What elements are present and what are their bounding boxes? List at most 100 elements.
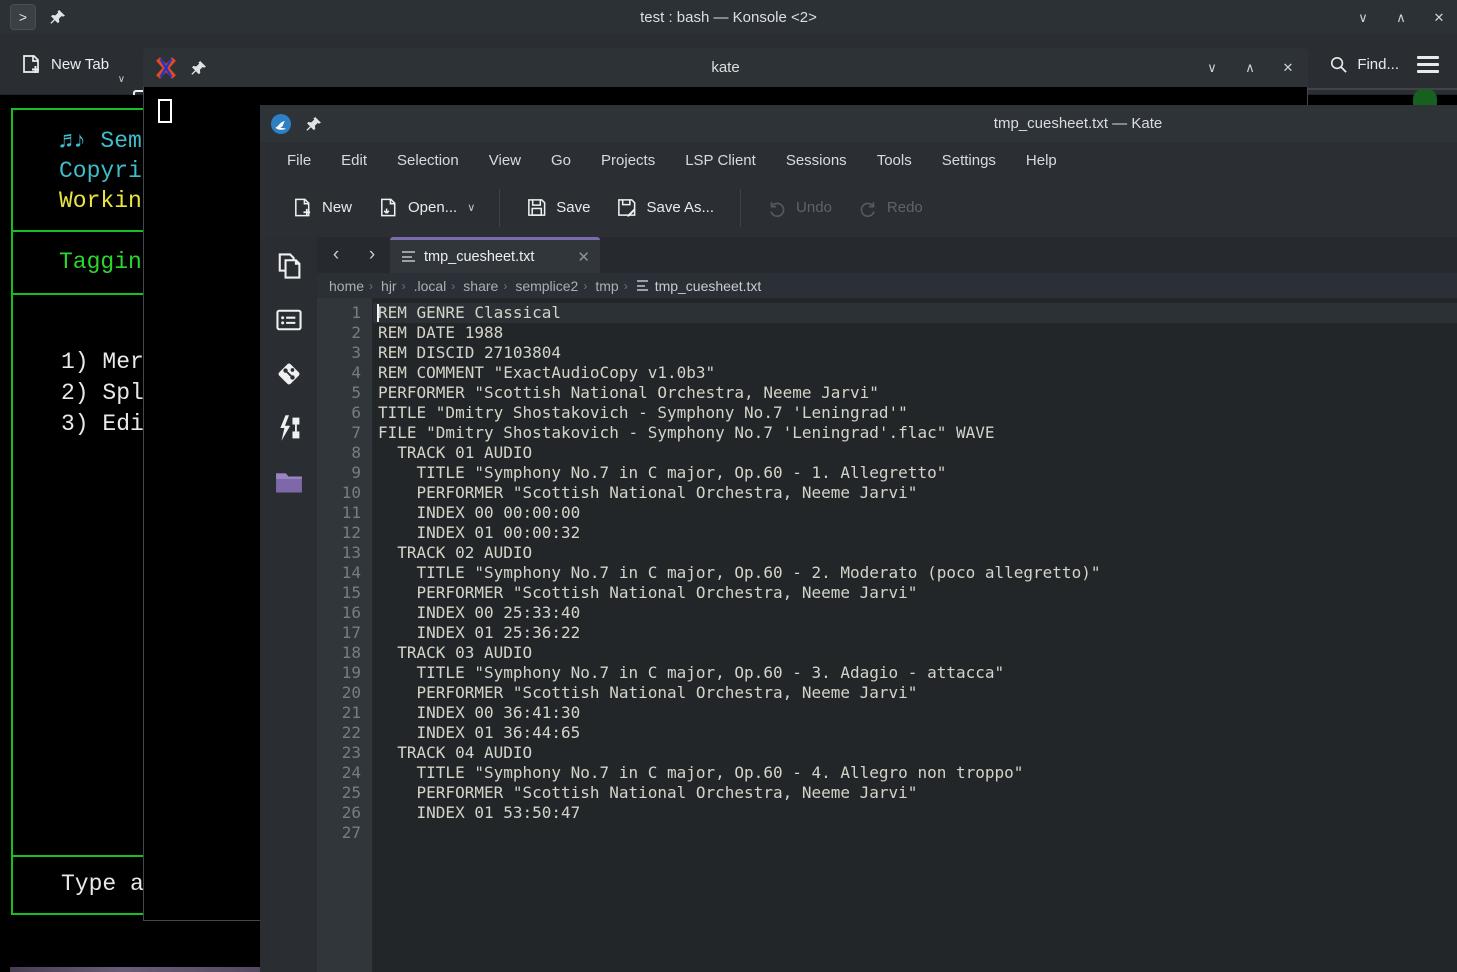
code-line[interactable]: TITLE "Symphony No.7 in C major, Op.60 -… (373, 563, 1457, 583)
breadcrumb-segment[interactable]: .local (408, 278, 458, 294)
code-line[interactable]: TRACK 04 AUDIO (373, 743, 1457, 763)
find-button[interactable]: Find... (1329, 55, 1399, 74)
code-line[interactable]: FILE "Dmitry Shostakovich - Symphony No.… (373, 423, 1457, 443)
code-line[interactable]: PERFORMER "Scottish National Orchestra, … (373, 383, 1457, 403)
code-line[interactable]: INDEX 01 36:44:65 (373, 723, 1457, 743)
menu-item[interactable]: View (489, 152, 521, 169)
code-line[interactable]: PERFORMER "Scottish National Orchestra, … (373, 483, 1457, 503)
close-button[interactable]: ✕ (1280, 61, 1296, 74)
code-line[interactable]: INDEX 01 25:36:22 (373, 623, 1457, 643)
menu-item[interactable]: Edit (341, 152, 367, 169)
code-line[interactable]: TITLE "Symphony No.7 in C major, Op.60 -… (373, 763, 1457, 783)
code-line[interactable]: INDEX 01 53:50:47 (373, 803, 1457, 823)
breadcrumb-file-label: tmp_cuesheet.txt (655, 278, 762, 294)
open-recent-chevron-icon[interactable]: ∨ (467, 201, 483, 214)
line-number: 3 (317, 343, 361, 363)
terminal-border-fragment (1308, 88, 1457, 90)
konsole-titlebar[interactable]: > test : bash — Konsole <2> ∨ ∧ ✕ (0, 0, 1457, 34)
save-as-label: Save As... (646, 199, 714, 216)
tab-close-icon[interactable]: ✕ (577, 248, 590, 266)
menu-item[interactable]: Help (1026, 152, 1057, 169)
maximize-button[interactable]: ∧ (1242, 61, 1258, 74)
code-line[interactable]: REM DISCID 27103804 (373, 343, 1457, 363)
code-line[interactable]: INDEX 00 36:41:30 (373, 703, 1457, 723)
filesystem-folder-icon[interactable] (272, 465, 305, 498)
redo-button[interactable]: Redo (848, 190, 933, 226)
save-button[interactable]: Save (516, 189, 600, 226)
menu-item[interactable]: Settings (942, 152, 996, 169)
tab-prev-icon[interactable]: ‹ (325, 244, 347, 266)
menu-item[interactable]: Go (551, 152, 571, 169)
breadcrumb-segment[interactable]: semplice2 (509, 278, 589, 294)
close-button[interactable]: ✕ (1431, 11, 1447, 24)
minimize-button[interactable]: ∨ (1204, 61, 1220, 74)
code-line[interactable]: REM GENRE Classical (373, 303, 1457, 323)
code-line[interactable]: TITLE "Dmitry Shostakovich - Symphony No… (373, 403, 1457, 423)
code-line[interactable]: TITLE "Symphony No.7 in C major, Op.60 -… (373, 463, 1457, 483)
new-tab-button[interactable]: New Tab ∨ (14, 47, 123, 81)
kate-app-icon (270, 113, 292, 135)
breadcrumb-segment[interactable]: home (323, 278, 375, 294)
code-line[interactable]: TRACK 01 AUDIO (373, 443, 1457, 463)
code-line[interactable]: INDEX 01 00:00:32 (373, 523, 1457, 543)
code-line[interactable]: TRACK 02 AUDIO (373, 543, 1457, 563)
redo-icon (858, 198, 878, 218)
menu-item[interactable]: Projects (601, 152, 655, 169)
new-file-button[interactable]: New (282, 189, 362, 226)
lsp-diagnostics-icon[interactable] (272, 411, 305, 444)
line-number: 27 (317, 823, 361, 843)
menu-item[interactable]: LSP Client (685, 152, 756, 169)
window-title: tmp_cuesheet.txt — Kate (994, 115, 1162, 132)
breadcrumb-segment[interactable]: hjr (375, 278, 408, 294)
line-number-gutter[interactable]: 1234567891011121314151617181920212223242… (317, 298, 373, 972)
code-line[interactable] (373, 823, 1457, 843)
line-number: 11 (317, 503, 361, 523)
git-icon[interactable] (272, 357, 305, 390)
breadcrumb-file[interactable]: tmp_cuesheet.txt (630, 278, 762, 294)
search-icon (1329, 55, 1348, 74)
line-number: 18 (317, 643, 361, 663)
x11-app-icon (155, 57, 177, 79)
save-as-button[interactable]: Save As... (606, 189, 724, 226)
konsole-app-icon: > (10, 4, 36, 30)
undo-button[interactable]: Undo (757, 190, 842, 226)
tab-bar: ‹ › tmp_cuesheet.txt ✕ (317, 237, 1457, 273)
code-line[interactable]: INDEX 00 25:33:40 (373, 603, 1457, 623)
line-number: 26 (317, 803, 361, 823)
maximize-button[interactable]: ∧ (1393, 11, 1409, 24)
symbols-list-icon[interactable] (272, 303, 305, 336)
tab-next-icon[interactable]: › (361, 244, 383, 266)
documents-icon[interactable] (272, 249, 305, 282)
new-tab-icon (20, 53, 42, 75)
menu-item[interactable]: File (287, 152, 311, 169)
menu-item[interactable]: Sessions (786, 152, 847, 169)
line-number: 16 (317, 603, 361, 623)
document-icon (637, 280, 648, 291)
line-number: 17 (317, 623, 361, 643)
code-line[interactable]: REM COMMENT "ExactAudioCopy v1.0b3" (373, 363, 1457, 383)
code-line[interactable]: TRACK 03 AUDIO (373, 643, 1457, 663)
code-line[interactable]: REM DATE 1988 (373, 323, 1457, 343)
code-line[interactable]: TITLE "Symphony No.7 in C major, Op.60 -… (373, 663, 1457, 683)
text-editor[interactable]: REM GENRE ClassicalREM DATE 1988REM DISC… (373, 298, 1457, 972)
terminal-bottom-strip (10, 967, 260, 972)
hamburger-menu-icon[interactable] (1413, 52, 1443, 77)
kate-titlebar[interactable]: tmp_cuesheet.txt — Kate (260, 105, 1457, 142)
tab-tmp-cuesheet[interactable]: tmp_cuesheet.txt ✕ (390, 237, 600, 273)
breadcrumb-segment[interactable]: tmp (589, 278, 629, 294)
code-line[interactable]: PERFORMER "Scottish National Orchestra, … (373, 583, 1457, 603)
code-line[interactable]: PERFORMER "Scottish National Orchestra, … (373, 783, 1457, 803)
undo-label: Undo (796, 199, 832, 216)
code-line[interactable]: PERFORMER "Scottish National Orchestra, … (373, 683, 1457, 703)
kate-launcher-titlebar[interactable]: kate ∨ ∧ ✕ (143, 48, 1308, 87)
menu-item[interactable]: Tools (877, 152, 912, 169)
toolbar-separator (740, 189, 741, 227)
line-number: 19 (317, 663, 361, 683)
breadcrumb-segment[interactable]: share (457, 278, 509, 294)
open-file-button[interactable]: Open... (368, 189, 461, 226)
menu-item[interactable]: Selection (397, 152, 459, 169)
code-line[interactable]: INDEX 00 00:00:00 (373, 503, 1457, 523)
pin-icon (191, 60, 207, 76)
minimize-button[interactable]: ∨ (1355, 11, 1371, 24)
line-number: 10 (317, 483, 361, 503)
